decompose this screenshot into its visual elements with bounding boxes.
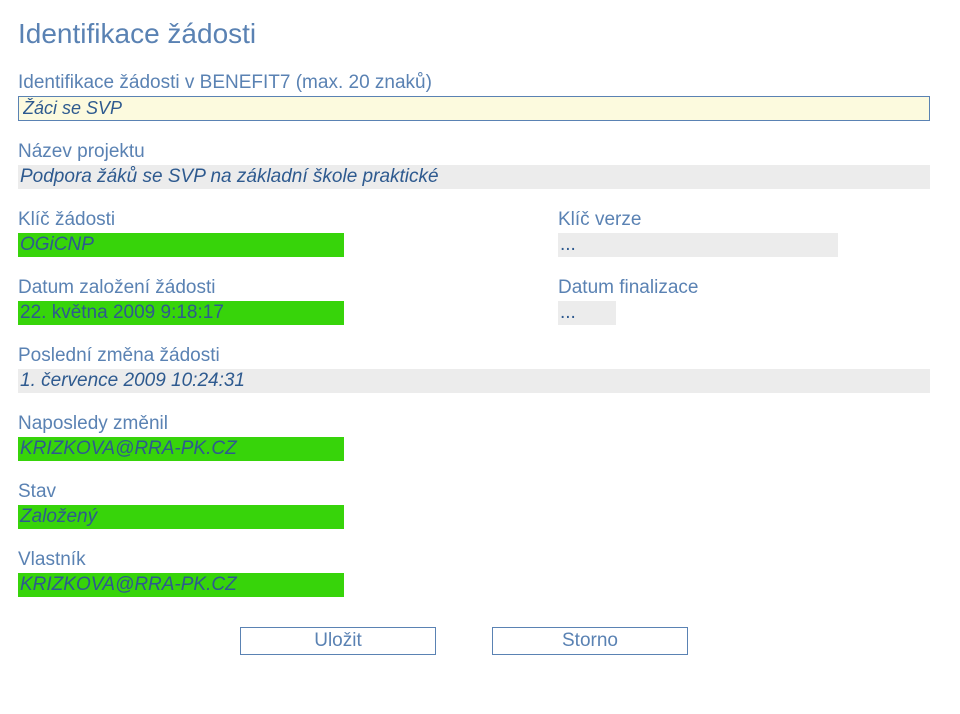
label-stav: Stav [18, 481, 930, 503]
label-klic-zadosti: Klíč žádosti [18, 209, 558, 231]
value-klic-verze: ... [558, 233, 838, 257]
input-identifikace[interactable] [18, 96, 930, 121]
label-nazev-projektu: Název projektu [18, 141, 930, 163]
button-row: Uložit Storno [240, 627, 930, 655]
value-vlastnik: KRIZKOVA@RRA-PK.CZ [18, 573, 344, 597]
label-vlastnik: Vlastník [18, 549, 930, 571]
value-datum-zalozeni: 22. května 2009 9:18:17 [18, 301, 344, 325]
label-datum-zalozeni: Datum založení žádosti [18, 277, 558, 299]
value-posledni-zmena: 1. července 2009 10:24:31 [18, 369, 930, 393]
save-button[interactable]: Uložit [240, 627, 436, 655]
label-naposledy-zmenil: Naposledy změnil [18, 413, 930, 435]
value-datum-finalizace: ... [558, 301, 616, 325]
value-naposledy-zmenil: KRIZKOVA@RRA-PK.CZ [18, 437, 344, 461]
label-datum-finalizace: Datum finalizace [558, 277, 930, 299]
field-identifikace: Identifikace žádosti v BENEFIT7 (max. 20… [18, 72, 930, 121]
field-naposledy-zmenil: Naposledy změnil KRIZKOVA@RRA-PK.CZ [18, 413, 930, 461]
field-nazev-projektu: Název projektu Podpora žáků se SVP na zá… [18, 141, 930, 189]
page-title: Identifikace žádosti [18, 18, 930, 50]
label-klic-verze: Klíč verze [558, 209, 930, 231]
label-posledni-zmena: Poslední změna žádosti [18, 345, 930, 367]
cancel-button[interactable]: Storno [492, 627, 688, 655]
value-klic-zadosti: OGiCNP [18, 233, 344, 257]
label-identifikace: Identifikace žádosti v BENEFIT7 (max. 20… [18, 72, 930, 94]
value-nazev-projektu: Podpora žáků se SVP na základní škole pr… [18, 165, 930, 189]
value-stav: Založený [18, 505, 344, 529]
field-stav: Stav Založený [18, 481, 930, 529]
field-posledni-zmena: Poslední změna žádosti 1. července 2009 … [18, 345, 930, 393]
field-vlastnik: Vlastník KRIZKOVA@RRA-PK.CZ [18, 549, 930, 597]
